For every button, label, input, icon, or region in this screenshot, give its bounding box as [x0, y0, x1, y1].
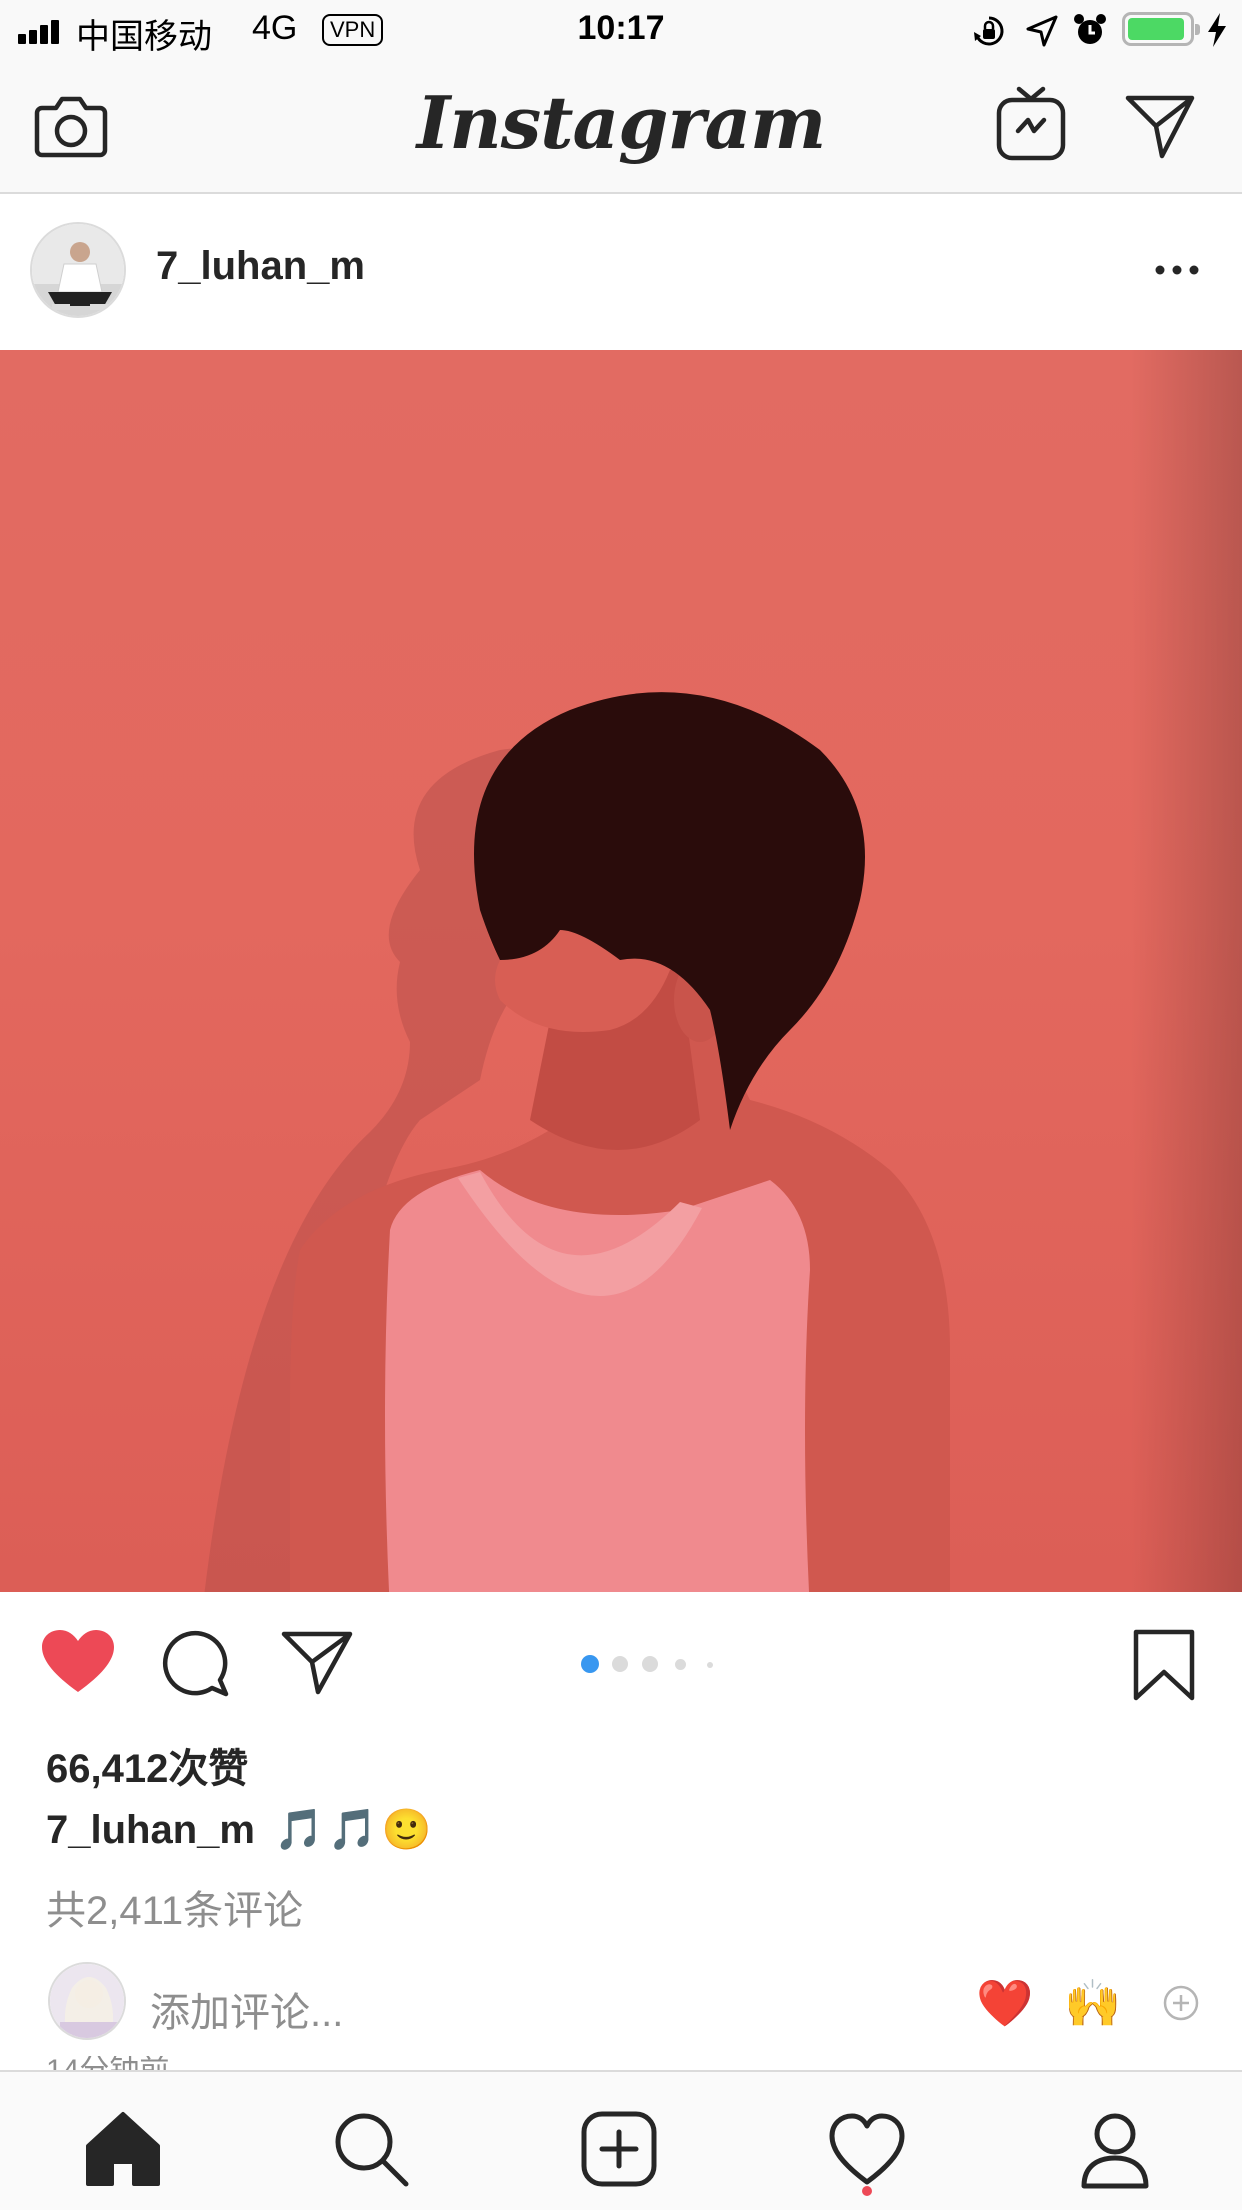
search-tab-icon[interactable]: [326, 2104, 416, 2194]
status-bar: 中国移动 4G VPN 10:17: [0, 0, 1242, 62]
alarm-clock-icon: [1074, 14, 1106, 44]
quick-reaction-heart[interactable]: ❤️: [976, 1976, 1033, 2031]
carousel-dot: [612, 1656, 628, 1672]
add-reaction-plus-icon[interactable]: [1162, 1984, 1200, 2022]
current-user-avatar: [48, 1962, 126, 2040]
carousel-dot: [675, 1659, 686, 1670]
view-all-comments-link[interactable]: 共2,411条评论: [46, 1878, 303, 1936]
post-author-avatar[interactable]: [30, 222, 126, 318]
rotation-lock-icon: [974, 16, 1004, 46]
comment-bubble-icon[interactable]: [162, 1628, 232, 1698]
post-timestamp: 14分钟前: [46, 2056, 169, 2070]
post-author-username[interactable]: 7_luhan_m: [156, 244, 365, 289]
post-photo[interactable]: [0, 350, 1242, 1592]
share-post-icon[interactable]: [280, 1630, 354, 1696]
activity-notification-dot: [862, 2186, 872, 2196]
home-tab-icon[interactable]: [78, 2104, 168, 2194]
new-post-tab-icon[interactable]: [574, 2104, 664, 2194]
igtv-icon[interactable]: [996, 86, 1066, 162]
save-bookmark-icon[interactable]: [1132, 1628, 1196, 1702]
carousel-dot: [707, 1662, 713, 1668]
activity-tab-icon[interactable]: [822, 2104, 912, 2194]
top-navigation-bar: Instagram: [0, 62, 1242, 194]
charging-bolt-icon: [1208, 13, 1226, 47]
more-options-icon[interactable]: [1152, 262, 1202, 278]
like-heart-icon[interactable]: [40, 1628, 116, 1696]
add-comment-input[interactable]: 添加评论...: [150, 1980, 343, 2038]
caption-text: 🎵🎵🙂: [274, 1807, 436, 1853]
direct-message-icon[interactable]: [1124, 94, 1196, 160]
battery-icon: [1122, 12, 1200, 46]
bottom-tab-bar: [0, 2070, 1242, 2210]
profile-tab-icon[interactable]: [1070, 2104, 1160, 2194]
location-arrow-icon: [1026, 15, 1058, 47]
quick-reaction-raised-hands[interactable]: 🙌: [1064, 1976, 1121, 2031]
carousel-dot-active: [581, 1655, 599, 1673]
caption-username[interactable]: 7_luhan_m: [46, 1808, 255, 1852]
carousel-dot: [642, 1656, 658, 1672]
likes-count[interactable]: 66,412次赞: [46, 1736, 248, 1794]
post-caption: 7_luhan_m 🎵🎵🙂: [46, 1806, 436, 1853]
